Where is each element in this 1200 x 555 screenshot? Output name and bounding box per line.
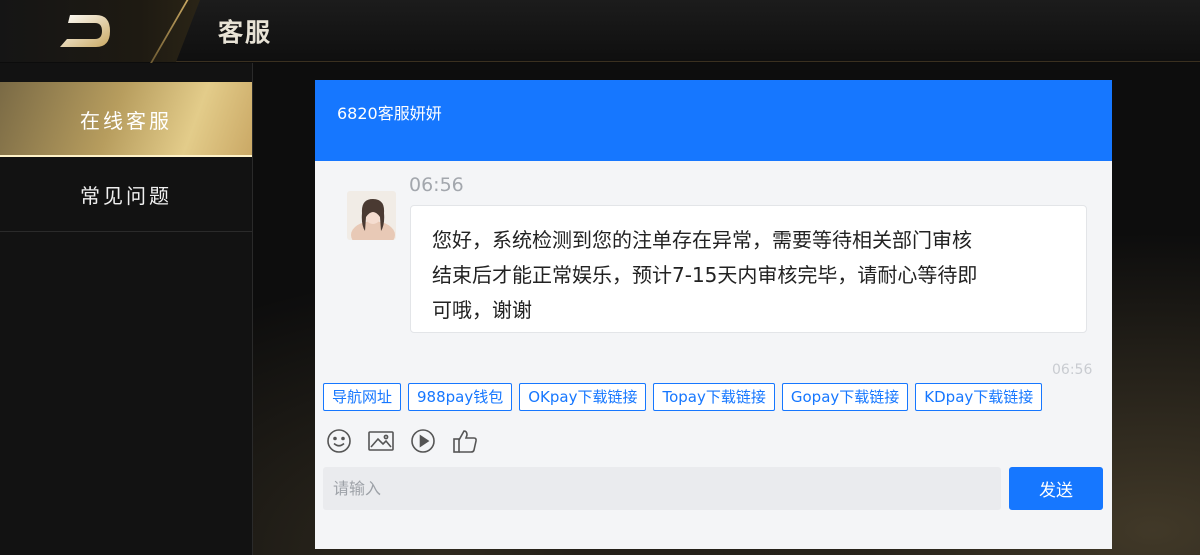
send-button[interactable]: 发送	[1009, 467, 1103, 510]
emoji-icon[interactable]	[325, 427, 353, 455]
quick-link-nav-url[interactable]: 导航网址	[323, 383, 402, 411]
message-timestamp: 06:56	[1052, 362, 1093, 378]
quick-links-row: 导航网址 988pay钱包 OKpay下载链接 Topay下载链接 Gopay下载链接 K…	[323, 383, 1112, 411]
quick-link-kdpay[interactable]: KDpay下载链接	[915, 383, 1043, 411]
sidebar-item-faq[interactable]: 常见问题	[0, 157, 252, 232]
sidebar: 在线客服 常见问题	[0, 63, 252, 555]
message-bubble: 您好，系统检测到您的注单存在异常，需要等待相关部门审核 结束后才能正常娱乐，预计…	[410, 205, 1087, 333]
message-line: 可哦，谢谢	[432, 298, 532, 322]
agent-avatar	[347, 191, 396, 240]
sidebar-item-label: 常见问题	[80, 183, 172, 208]
thumbs-up-icon[interactable]	[451, 427, 479, 455]
top-bar: 客服	[0, 0, 1200, 64]
sidebar-item-online-service[interactable]: 在线客服	[0, 82, 252, 157]
message-line: 结束后才能正常娱乐，预计7-15天内审核完毕，请耐心等待即	[432, 263, 978, 287]
quick-link-okpay[interactable]: OKpay下载链接	[519, 383, 647, 411]
chat-panel: 6820客服妍妍 06:56 您好，系统检测到您的注单存在异常，需要等待相关部门…	[315, 80, 1112, 549]
message-input[interactable]	[323, 467, 1001, 510]
message-timestamp: 06:56	[409, 174, 464, 196]
quick-link-gopay[interactable]: Gopay下载链接	[781, 383, 909, 411]
message-line: 您好，系统检测到您的注单存在异常，需要等待相关部门审核	[432, 228, 972, 252]
brand-logo-icon	[60, 15, 110, 47]
chat-header: 6820客服妍妍	[315, 80, 1112, 161]
quick-link-topay[interactable]: Topay下载链接	[653, 383, 775, 411]
image-icon[interactable]	[367, 427, 395, 455]
page-title: 客服	[218, 18, 273, 47]
chat-toolbar	[325, 427, 479, 455]
sidebar-item-label: 在线客服	[80, 109, 172, 133]
agent-name: 6820客服妍妍	[337, 104, 442, 123]
video-icon[interactable]	[409, 427, 437, 455]
message-area[interactable]: 06:56 您好，系统检测到您的注单存在异常，需要等待相关部门审核 结束后才能正…	[315, 161, 1112, 458]
quick-link-988pay[interactable]: 988pay钱包	[408, 383, 513, 411]
